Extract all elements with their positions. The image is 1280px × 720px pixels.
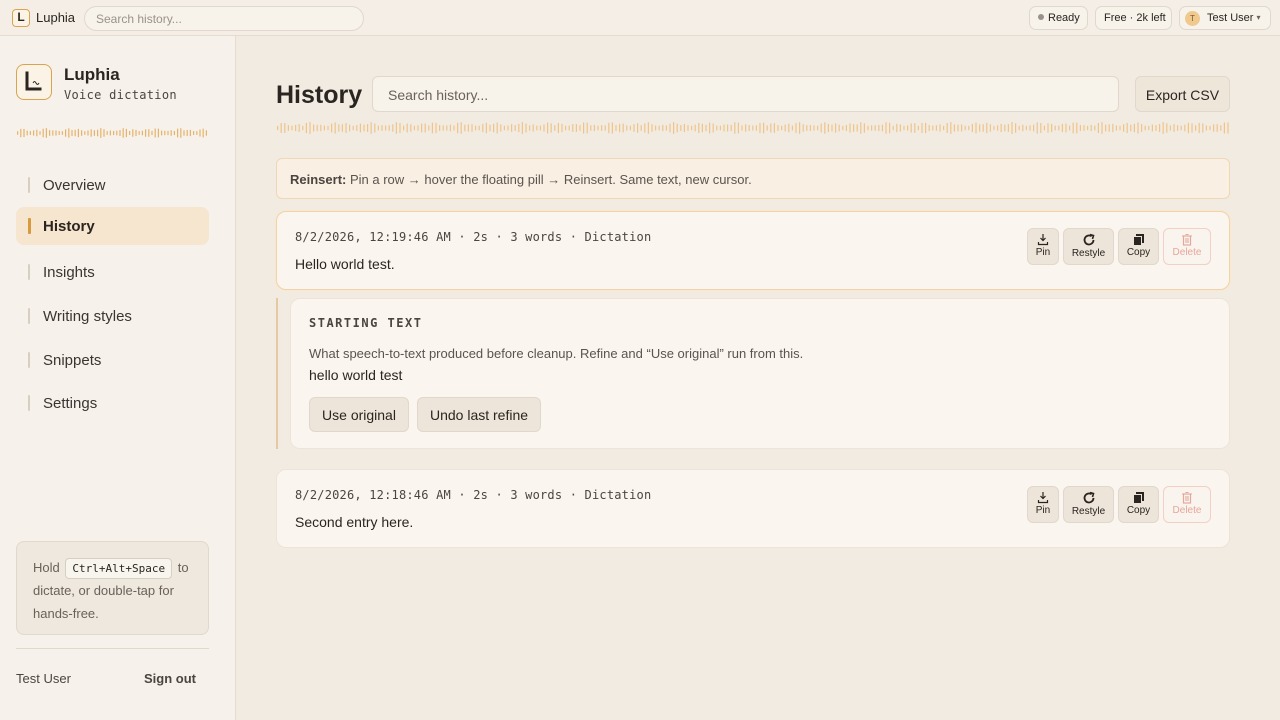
- pin-label: Pin: [1035, 505, 1051, 516]
- sidebar-item-writing-styles[interactable]: Writing styles: [16, 297, 209, 335]
- entry-text: Second entry here.: [295, 514, 414, 530]
- sidebar-item-label: Snippets: [43, 352, 102, 369]
- logo-icon: [16, 64, 52, 100]
- entry-text: Hello world test.: [295, 256, 395, 272]
- export-csv-button[interactable]: Export CSV: [1135, 76, 1230, 112]
- sign-out-button[interactable]: Sign out: [144, 671, 196, 686]
- page-title: History: [276, 81, 363, 109]
- starting-text-rule: [276, 298, 278, 449]
- waveform-icon: [17, 128, 207, 138]
- reinsert-tip: Reinsert: Pin a row → hover the floating…: [276, 158, 1230, 199]
- sidebar-divider: [16, 648, 209, 649]
- plan-badge[interactable]: Free · 2k left: [1095, 6, 1172, 30]
- shortcut-key: Ctrl+Alt+Space: [65, 558, 173, 579]
- entry-meta: 8/2/2026, 12:19:46 AM · 2s · 3 words · D…: [295, 230, 652, 244]
- hint-before: Hold: [33, 560, 60, 575]
- pin-icon: [1037, 234, 1049, 246]
- sidebar-user-name: Test User: [16, 671, 71, 686]
- status-text: Ready: [1048, 12, 1080, 24]
- nav-indicator: [28, 177, 30, 193]
- sidebar-item-label: Settings: [43, 395, 98, 412]
- copy-button[interactable]: Copy: [1118, 228, 1159, 265]
- pin-button[interactable]: Pin: [1027, 228, 1059, 265]
- nav-indicator: [28, 264, 30, 280]
- starting-text-description: What speech-to-text produced before clea…: [309, 346, 804, 361]
- entry-meta: 8/2/2026, 12:18:46 AM · 2s · 3 words · D…: [295, 488, 652, 502]
- user-menu-button[interactable]: T Test User ▾: [1179, 6, 1271, 30]
- user-name: Test User: [1207, 12, 1254, 24]
- sidebar-item-snippets[interactable]: Snippets: [16, 341, 209, 379]
- sidebar-item-label: Overview: [43, 177, 106, 194]
- restyle-icon: [1083, 233, 1094, 246]
- sidebar-item-label: Writing styles: [43, 308, 132, 325]
- delete-label: Delete: [1172, 505, 1202, 516]
- pin-icon: [1037, 492, 1049, 504]
- top-bar: L Luphia Search history... Ready Free · …: [0, 0, 1280, 36]
- logo-icon[interactable]: L: [12, 9, 30, 27]
- undo-refine-button[interactable]: Undo last refine: [417, 397, 541, 432]
- restyle-button[interactable]: Restyle: [1063, 486, 1114, 523]
- trash-icon: [1182, 233, 1192, 246]
- copy-label: Copy: [1126, 247, 1151, 258]
- delete-button[interactable]: Delete: [1163, 228, 1211, 265]
- nav-indicator: [28, 352, 30, 368]
- delete-label: Delete: [1172, 247, 1202, 258]
- restyle-icon: [1083, 491, 1094, 504]
- pin-label: Pin: [1035, 247, 1051, 258]
- avatar-icon: T: [1185, 11, 1200, 26]
- nav-indicator: [28, 308, 30, 324]
- starting-text-panel: STARTING TEXT What speech-to-text produc…: [290, 298, 1230, 449]
- chevron-down-icon: ▾: [1256, 13, 1261, 22]
- sidebar-item-label: Insights: [43, 264, 95, 281]
- restyle-button[interactable]: Restyle: [1063, 228, 1114, 265]
- nav-indicator: [28, 218, 31, 234]
- copy-icon: [1132, 234, 1144, 246]
- trash-icon: [1182, 491, 1192, 504]
- copy-label: Copy: [1126, 505, 1151, 516]
- sidebar-title: Luphia: [64, 65, 120, 84]
- sidebar-item-history[interactable]: History: [16, 207, 209, 245]
- starting-text-label: STARTING TEXT: [309, 316, 423, 330]
- restyle-label: Restyle: [1071, 248, 1106, 259]
- sidebar-item-settings[interactable]: Settings: [16, 384, 209, 422]
- tip-label: Reinsert:: [290, 172, 347, 187]
- restyle-label: Restyle: [1071, 506, 1106, 517]
- history-search-input[interactable]: Search history...: [372, 76, 1119, 112]
- tip-text: Pin a row → hover the floating pill → Re…: [349, 172, 752, 187]
- sidebar-item-label: History: [43, 218, 95, 235]
- pin-button[interactable]: Pin: [1027, 486, 1059, 523]
- status-badge[interactable]: Ready: [1029, 6, 1088, 30]
- app-name: Luphia: [36, 10, 76, 25]
- use-original-button[interactable]: Use original: [309, 397, 409, 432]
- top-search-input[interactable]: Search history...: [84, 6, 364, 31]
- sidebar-item-overview[interactable]: Overview: [16, 166, 209, 204]
- history-entry[interactable]: 8/2/2026, 12:19:46 AM · 2s · 3 words · D…: [276, 211, 1230, 290]
- status-dot-icon: [1038, 14, 1044, 20]
- sidebar: Luphia Voice dictation Overview History …: [0, 36, 236, 720]
- waveform-icon: [277, 122, 1229, 134]
- copy-button[interactable]: Copy: [1118, 486, 1159, 523]
- nav-indicator: [28, 395, 30, 411]
- delete-button[interactable]: Delete: [1163, 486, 1211, 523]
- dictation-hint: Hold Ctrl+Alt+Space to dictate, or doubl…: [16, 541, 209, 635]
- starting-text-raw: hello world test: [309, 367, 403, 383]
- sidebar-subtitle: Voice dictation: [64, 88, 177, 102]
- history-entry[interactable]: 8/2/2026, 12:18:46 AM · 2s · 3 words · D…: [276, 469, 1230, 548]
- sidebar-item-insights[interactable]: Insights: [16, 253, 209, 291]
- copy-icon: [1132, 492, 1144, 504]
